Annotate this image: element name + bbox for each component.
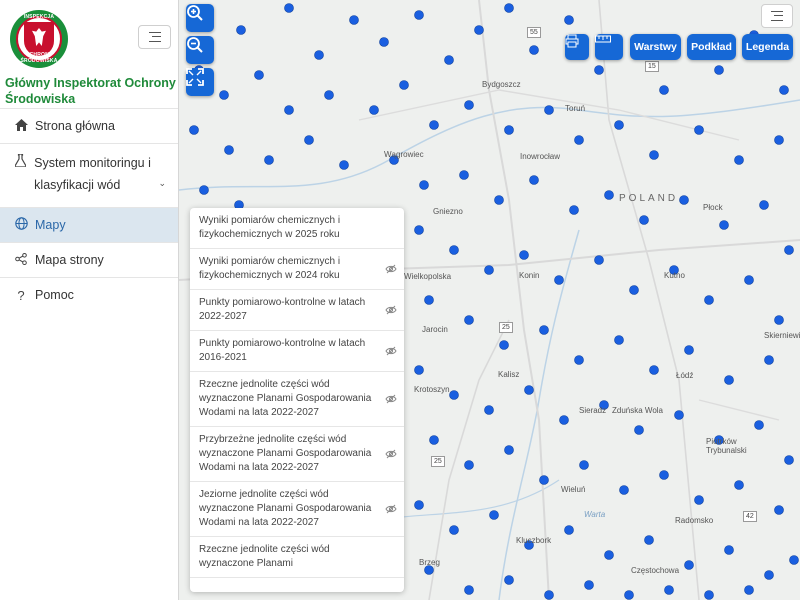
road-shield: 25 <box>431 456 445 467</box>
zoom-out-icon <box>187 37 203 53</box>
map-label-wagrowiec: Wągrowiec <box>384 150 424 159</box>
road-shield: 55 <box>527 27 541 38</box>
basemap-button[interactable]: Podkład <box>687 34 736 60</box>
menu-lines-icon <box>771 11 783 21</box>
map-label-skierniewice: Skierniewice <box>764 331 800 340</box>
layer-label: Punkty pomiarowo-kontrolne w latach 2016… <box>199 338 366 363</box>
road-shield: 42 <box>743 511 757 522</box>
zoom-out-button[interactable] <box>186 36 214 64</box>
zoom-in-button[interactable] <box>186 4 214 32</box>
layer-label: Punkty pomiarowo-kontrolne w latach 2022… <box>199 297 366 322</box>
globe-icon <box>14 217 28 233</box>
map-label-lodz: Łódź <box>676 371 694 380</box>
share-icon <box>14 252 28 268</box>
flask-icon <box>14 152 27 174</box>
zoom-in-icon <box>187 5 203 21</box>
map-label-brzeg: Brzeg <box>419 558 440 567</box>
eye-off-icon[interactable] <box>385 503 397 515</box>
org-name: Główny Inspektorat Ochrony Środowiska <box>5 76 176 106</box>
map-label-warta-river: Warta <box>584 510 606 519</box>
fullscreen-icon <box>186 68 204 86</box>
nav-item-maps[interactable]: Mapy <box>0 207 178 242</box>
fullscreen-button[interactable] <box>186 68 214 96</box>
map-label-jarocin: Jarocin <box>422 325 448 334</box>
layer-item[interactable]: Przybrzeżne jednolite części wód wyznacz… <box>190 427 404 482</box>
map-label-wielkopolska: Wielkopolska <box>404 272 452 281</box>
layer-item[interactable]: Punkty pomiarowo-kontrolne w latach 2016… <box>190 331 404 372</box>
map-label-bydgoszcz: Bydgoszcz <box>482 80 521 89</box>
nav-item-help[interactable]: ? Pomoc <box>0 277 178 312</box>
map-label-country: POLAND <box>619 193 679 204</box>
question-icon: ? <box>17 287 25 303</box>
map-label-radomsko: Radomsko <box>675 516 714 525</box>
layer-label: Rzeczne jednolite części wód wyznaczone … <box>199 544 330 569</box>
logo-text-top: INSPEKCJA <box>23 14 55 20</box>
map-label-krotoszyn: Krotoszyn <box>414 385 450 394</box>
map-label-piotrkow: Piotrków Trybunalski <box>706 437 747 455</box>
map-menu-toggle-button[interactable] <box>761 4 793 28</box>
map-label-plock: Płock <box>703 203 723 212</box>
ruler-icon <box>595 35 611 43</box>
map-label-kalisz: Kalisz <box>498 370 520 379</box>
eye-off-icon[interactable] <box>385 345 397 357</box>
road-shield: 25 <box>499 322 513 333</box>
layer-label: Rzeczne jednolite części wód wyznaczone … <box>199 379 372 418</box>
nav-item-home[interactable]: Strona główna <box>0 108 178 143</box>
layer-item[interactable]: Rzeczne jednolite części wód wyznaczone … <box>190 372 404 427</box>
nav-label: Mapa strony <box>35 253 104 267</box>
nav-label: Pomoc <box>35 288 74 302</box>
eye-off-icon[interactable] <box>385 304 397 316</box>
layer-label: Jeziorne jednolite części wód wyznaczone… <box>199 489 372 528</box>
map-label-wielun: Wieluń <box>561 485 586 494</box>
print-icon <box>565 34 579 48</box>
layer-label: Wyniki pomiarów chemicznych i fizykochem… <box>199 256 341 281</box>
map-label-torun: Toruń <box>565 104 586 113</box>
home-icon <box>14 118 28 134</box>
chevron-down-icon[interactable]: ⌄ <box>158 172 166 194</box>
layers-button[interactable]: Warstwy <box>630 34 681 60</box>
map-label-konin: Konin <box>519 271 540 280</box>
nav-label: System monitoringu i klasyfikacji wód <box>34 156 151 192</box>
logo-text-bottom: OCHRONY ŚRODOWISKA <box>20 52 58 64</box>
eye-off-icon[interactable] <box>385 393 397 405</box>
layers-panel: Wyniki pomiarów chemicznych i fizykochem… <box>190 208 404 592</box>
legend-button[interactable]: Legenda <box>742 34 793 60</box>
sidebar-toggle-button[interactable] <box>138 25 171 49</box>
map-label-sieradz: Sieradz <box>579 406 607 415</box>
menu-lines-icon <box>148 32 161 42</box>
eye-off-icon[interactable] <box>385 448 397 460</box>
layer-label: Wyniki pomiarów chemicznych i fizykochem… <box>199 215 341 240</box>
nav-label: Mapy <box>35 218 66 232</box>
layer-label: Przybrzeżne jednolite części wód wyznacz… <box>199 434 372 473</box>
nav-label: Strona główna <box>35 119 115 133</box>
layer-item[interactable]: Wyniki pomiarów chemicznych i fizykochem… <box>190 249 404 290</box>
layer-item[interactable]: Rzeczne jednolite części wód wyznaczone … <box>190 537 404 578</box>
map-label-inowroclaw: Inowrocław <box>520 152 561 161</box>
layer-item[interactable]: Wyniki pomiarów chemicznych i fizykochem… <box>190 208 404 249</box>
main-nav: Strona główna System monitoringu i klasy… <box>0 108 178 312</box>
nav-item-sitemap[interactable]: Mapa strony <box>0 242 178 277</box>
gios-logo[interactable]: INSPEKCJA OCHRONY ŚRODOWISKA <box>10 10 68 68</box>
sidebar: INSPEKCJA OCHRONY ŚRODOWISKA Główny Insp… <box>0 0 179 600</box>
eye-off-icon[interactable] <box>385 263 397 275</box>
road-shield: 15 <box>645 61 659 72</box>
map-label-gniezno: Gniezno <box>433 207 463 216</box>
layer-item[interactable]: Jeziorne jednolite części wód wyznaczone… <box>190 482 404 537</box>
map-label-czestochowa: Częstochowa <box>631 566 680 575</box>
layer-item[interactable]: Punkty pomiarowo-kontrolne w latach 2022… <box>190 290 404 331</box>
print-button[interactable] <box>565 34 589 60</box>
nav-item-monitoring[interactable]: System monitoringu i klasyfikacji wód ⌄ <box>0 143 178 207</box>
map-label-zdunska: Zduńska Wola <box>612 406 663 415</box>
map-label-kluczbork: Kluczbork <box>516 536 552 545</box>
scale-button[interactable] <box>595 34 623 60</box>
map-label-kutno: Kutno <box>664 271 685 280</box>
